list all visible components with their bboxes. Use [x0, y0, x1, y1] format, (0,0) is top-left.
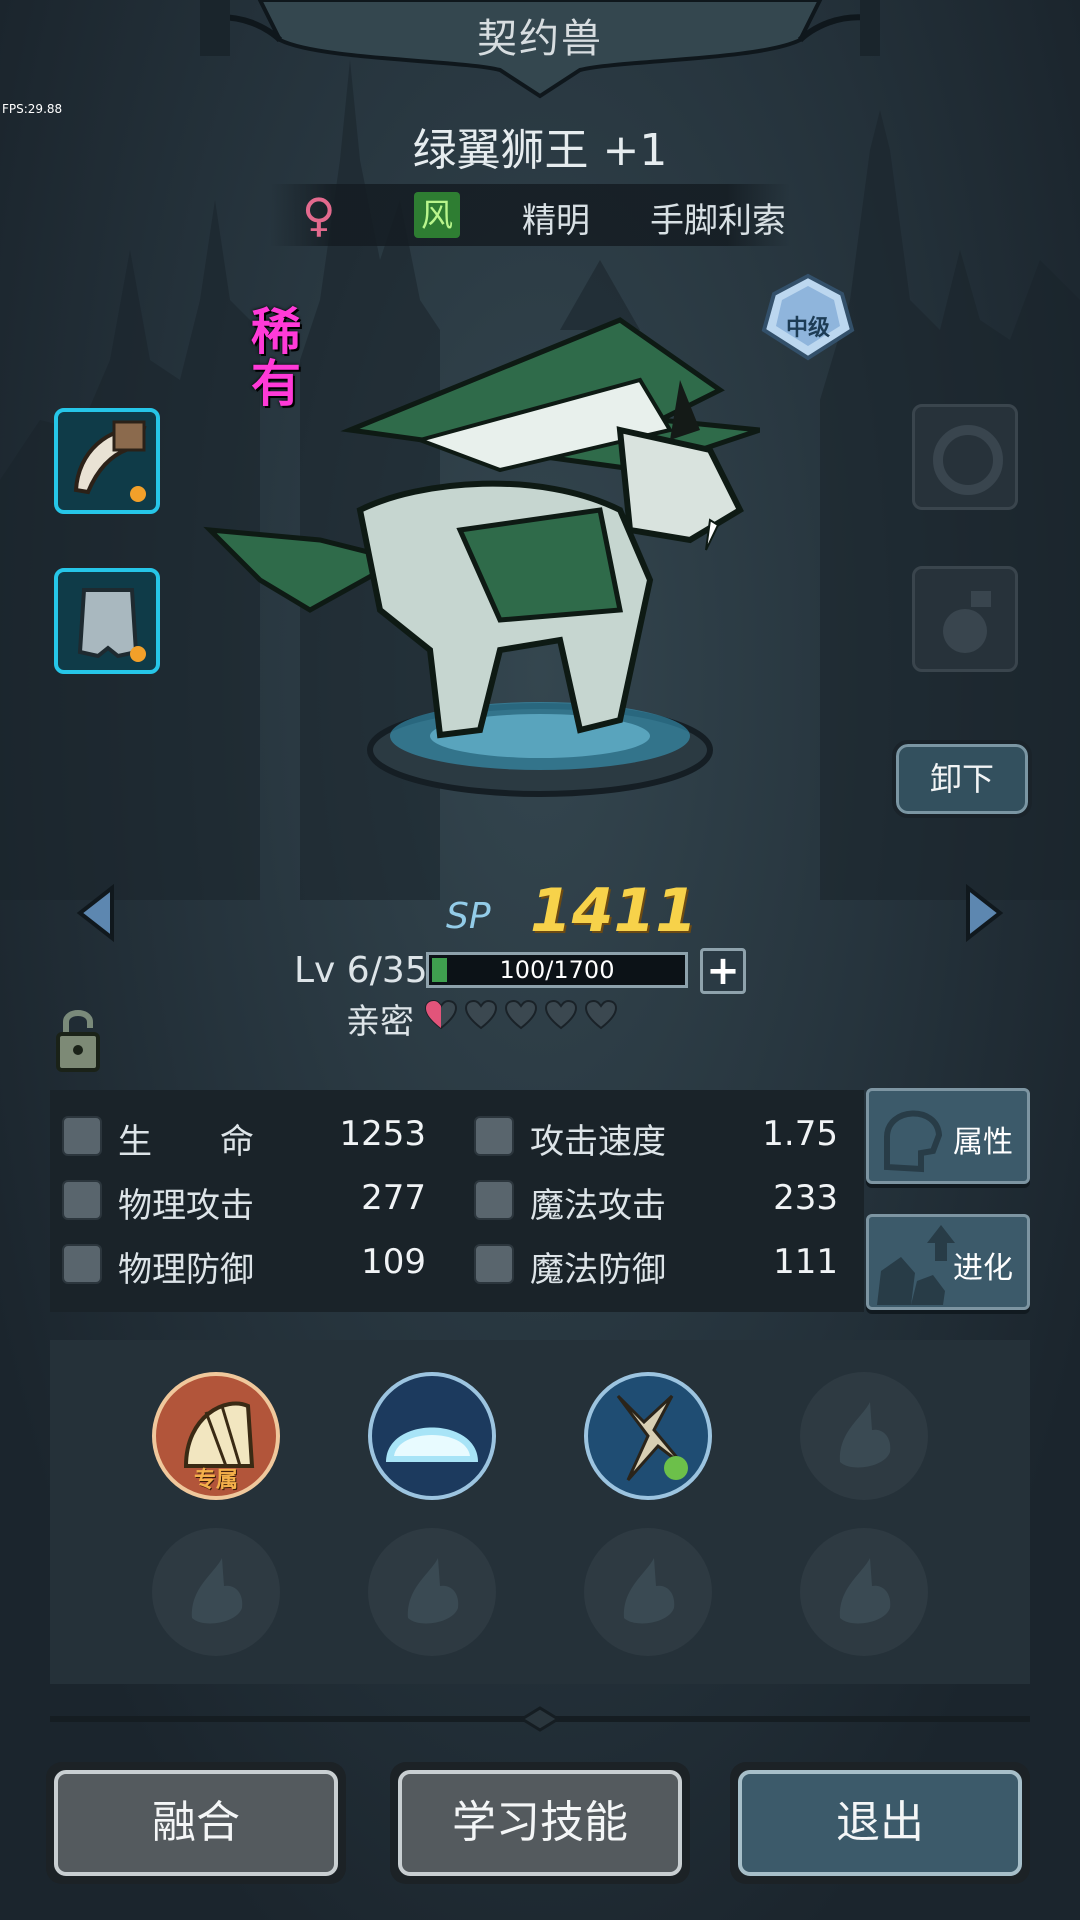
- attributes-label: 属性: [953, 1125, 1013, 1160]
- empty-skill-icon: [839, 1558, 891, 1624]
- heart-icon: [504, 999, 538, 1030]
- gender-female-icon: ♀: [302, 188, 336, 242]
- head-icon: [884, 1110, 943, 1173]
- attack-speed-icon: [474, 1116, 514, 1156]
- sp-value: 1411: [530, 876, 697, 946]
- skill-slot-empty[interactable]: [368, 1528, 496, 1656]
- skill-slot-empty[interactable]: [584, 1528, 712, 1656]
- page-title: 契约兽: [477, 16, 603, 62]
- header-banner: 契约兽: [200, 0, 880, 100]
- stat-value: 277: [361, 1178, 426, 1218]
- heart-icon: [62, 1116, 102, 1156]
- stat-value: 111: [773, 1242, 838, 1282]
- pet-name: 绿翼狮王 +1: [412, 125, 668, 176]
- lock-icon[interactable]: [54, 1004, 102, 1074]
- previous-pet-arrow-icon[interactable]: [76, 884, 116, 942]
- amulet-icon: [943, 591, 991, 653]
- heart-icon: [464, 999, 498, 1030]
- stat-value: 233: [773, 1178, 838, 1218]
- equip-slot-claw[interactable]: [54, 408, 160, 514]
- next-pet-arrow-icon[interactable]: [964, 884, 1004, 942]
- sp-label: SP: [446, 896, 491, 937]
- equip-slot-amulet-empty[interactable]: [912, 566, 1018, 672]
- grade-badge: 中级: [756, 272, 860, 362]
- shield-icon: [62, 1244, 102, 1284]
- exit-label: 退出: [738, 1770, 1022, 1876]
- intimacy-hearts: [424, 999, 624, 1034]
- skills-panel: 专属: [50, 1340, 1030, 1684]
- stat-label: 物理攻击: [118, 1186, 254, 1226]
- exclusive-tag: 专属: [193, 1468, 238, 1493]
- trait-label[interactable]: 精明: [522, 193, 590, 242]
- skill-slot-empty[interactable]: [800, 1372, 928, 1500]
- stat-label: 物理防御: [118, 1250, 254, 1290]
- stat-label: 攻击速度: [530, 1122, 666, 1162]
- xp-bar: 100/1700: [426, 952, 688, 988]
- evolve-icon: [877, 1225, 955, 1305]
- evolve-button[interactable]: 进化: [866, 1214, 1030, 1310]
- staff-icon: [474, 1180, 514, 1220]
- thorn-skill-icon: [616, 1394, 688, 1481]
- stat-value: 1.75: [762, 1114, 838, 1154]
- heart-icon: [544, 999, 578, 1030]
- stat-value: 109: [361, 1242, 426, 1282]
- armor-icon: [77, 588, 146, 662]
- stats-panel: 生 命 1253 攻击速度 1.75 物理攻击 277 魔法攻击 233 物理防…: [50, 1090, 864, 1312]
- skill-slot-3[interactable]: [584, 1372, 712, 1500]
- stat-label: 生 命: [118, 1122, 254, 1162]
- stat-label: 魔法攻击: [530, 1186, 666, 1226]
- heart-icon: [424, 999, 458, 1030]
- fang-icon: [73, 420, 147, 502]
- learn-skill-label: 学习技能: [398, 1770, 682, 1876]
- equip-slot-armor[interactable]: [54, 568, 160, 674]
- add-xp-button[interactable]: +: [700, 948, 746, 994]
- stat-physical-defense: 物理防御 109: [50, 1240, 426, 1290]
- divider-ornament-icon: [520, 1706, 560, 1732]
- skill-slot-2[interactable]: [368, 1372, 496, 1500]
- evolve-label: 进化: [953, 1251, 1013, 1286]
- barrier-skill-icon: [386, 1427, 478, 1462]
- trait-label[interactable]: 手脚利索: [650, 193, 786, 242]
- element-badge: 风: [414, 192, 460, 238]
- attributes-button[interactable]: 属性: [866, 1088, 1030, 1184]
- stat-attack-speed: 攻击速度 1.75: [462, 1112, 838, 1162]
- stat-hp: 生 命 1253: [50, 1112, 426, 1162]
- fuse-label: 融合: [54, 1770, 338, 1876]
- intimacy-label: 亲密: [346, 1002, 414, 1042]
- empty-skill-icon: [191, 1558, 243, 1624]
- empty-skill-icon: [623, 1558, 675, 1624]
- ring-icon: [933, 425, 1003, 495]
- xp-text: 100/1700: [499, 956, 615, 984]
- stat-label: 魔法防御: [530, 1250, 666, 1290]
- stat-magic-defense: 魔法防御 111: [462, 1240, 838, 1290]
- empty-skill-icon: [407, 1558, 459, 1624]
- cross-icon: [474, 1244, 514, 1284]
- level-text: Lv 6/35: [294, 950, 428, 991]
- grade-label: 中级: [785, 316, 830, 341]
- learn-skill-button[interactable]: 学习技能: [390, 1762, 690, 1884]
- heart-icon: [584, 999, 618, 1030]
- unequip-button[interactable]: 卸下: [892, 740, 1032, 818]
- skill-slot-empty[interactable]: [152, 1528, 280, 1656]
- exit-button[interactable]: 退出: [730, 1762, 1030, 1884]
- equip-slot-ring-empty[interactable]: [912, 404, 1018, 510]
- stat-magic-attack: 魔法攻击 233: [462, 1176, 838, 1226]
- sword-icon: [62, 1180, 102, 1220]
- skill-slot-empty[interactable]: [800, 1528, 928, 1656]
- skill-slot-exclusive[interactable]: 专属: [152, 1372, 280, 1500]
- pet-creature-image[interactable]: [200, 280, 760, 820]
- empty-skill-icon: [839, 1402, 891, 1468]
- stat-value: 1253: [339, 1114, 426, 1154]
- fuse-button[interactable]: 融合: [46, 1762, 346, 1884]
- stat-physical-attack: 物理攻击 277: [50, 1176, 426, 1226]
